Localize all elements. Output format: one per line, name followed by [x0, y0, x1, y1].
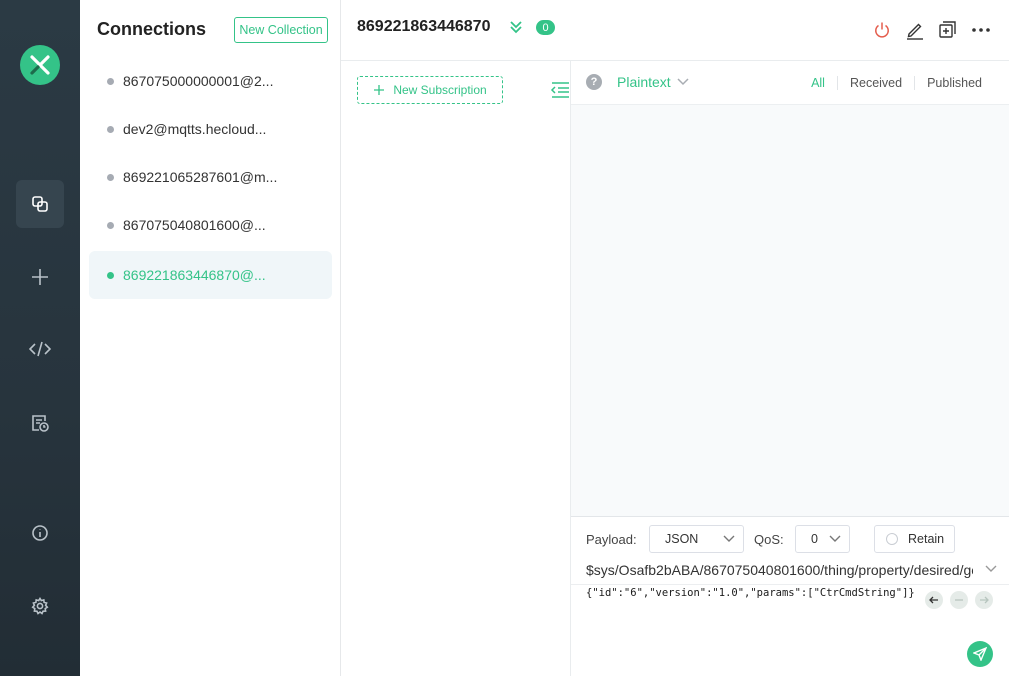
- help-icon[interactable]: ?: [586, 74, 602, 90]
- send-button[interactable]: [967, 641, 993, 667]
- connection-label: 867075040801600@...: [123, 217, 266, 233]
- sidebar-rail: [0, 0, 80, 676]
- chevron-down-icon[interactable]: [985, 565, 997, 573]
- sidebar-item-script[interactable]: [16, 325, 64, 373]
- format-select[interactable]: Plaintext: [617, 74, 689, 90]
- filter-all[interactable]: All: [799, 76, 837, 90]
- plus-icon: [32, 269, 48, 285]
- collapse-panel-icon[interactable]: [550, 81, 570, 99]
- arrow-left-icon: [929, 596, 938, 604]
- power-icon: [875, 22, 889, 38]
- message-toolbar: ? Plaintext All Received Published: [571, 61, 1009, 105]
- retain-label: Retain: [908, 532, 945, 546]
- new-subscription-label: New Subscription: [393, 83, 487, 97]
- connection-item[interactable]: 867075040801600@...: [89, 201, 332, 249]
- history-clear-button[interactable]: [950, 591, 968, 609]
- status-dot: [107, 77, 114, 85]
- new-window-button[interactable]: [936, 19, 958, 41]
- code-icon: [29, 341, 51, 357]
- payload-label: Payload:: [586, 532, 637, 547]
- more-dots-icon: [972, 28, 990, 32]
- connections-title: Connections: [97, 19, 207, 39]
- sidebar-item-about[interactable]: [16, 509, 64, 557]
- gear-icon: [31, 597, 49, 615]
- connection-item[interactable]: dev2@mqtts.hecloud...: [89, 105, 332, 153]
- payload-type-select[interactable]: JSON: [649, 525, 744, 553]
- qos-value: 0: [811, 532, 818, 546]
- new-collection-button[interactable]: New Collection: [234, 17, 328, 43]
- qos-label: QoS:: [754, 532, 784, 547]
- publish-panel: Payload: JSON QoS: 0 Retain $sys/Osafb2b…: [571, 516, 1009, 676]
- status-dot: [107, 125, 114, 133]
- subscriptions-panel: New Subscription: [341, 61, 571, 676]
- connection-title: 869221863446870: [357, 18, 491, 35]
- topic-field[interactable]: $sys/Osafb2bABA/867075040801600/thing/pr…: [571, 561, 1009, 585]
- history-next-button[interactable]: [975, 591, 993, 609]
- topic-input[interactable]: $sys/Osafb2bABA/867075040801600/thing/pr…: [586, 562, 973, 578]
- chevron-down-icon: [723, 535, 735, 542]
- chevron-down-icon: [677, 78, 689, 86]
- connection-header: 869221863446870 0: [341, 0, 1009, 61]
- connections-panel: Connections New Collection 8670750000000…: [80, 0, 341, 676]
- radio-circle-icon: [886, 533, 898, 545]
- chevron-down-icon: [829, 535, 841, 542]
- status-dot: [107, 271, 114, 279]
- status-dot: [107, 221, 114, 229]
- connection-item-active[interactable]: 869221863446870@...: [89, 251, 332, 299]
- sidebar-item-connections[interactable]: [16, 180, 64, 228]
- history-prev-button[interactable]: [925, 591, 943, 609]
- add-window-icon: [939, 21, 956, 38]
- sidebar-item-log[interactable]: [16, 399, 64, 447]
- payload-editor[interactable]: {"id":"6","version":"1.0","params":["Ctr…: [586, 587, 915, 599]
- send-icon: [973, 647, 987, 661]
- message-filter-tabs: All Received Published: [799, 76, 994, 90]
- format-label: Plaintext: [617, 74, 671, 90]
- connection-label: 869221065287601@m...: [123, 169, 278, 185]
- status-dot: [107, 173, 114, 181]
- retain-checkbox[interactable]: Retain: [874, 525, 955, 553]
- qos-select[interactable]: 0: [795, 525, 850, 553]
- info-icon: [32, 525, 48, 541]
- plus-icon: [374, 85, 385, 95]
- edit-button[interactable]: [904, 19, 926, 41]
- message-count-badge: 0: [536, 20, 555, 35]
- arrow-right-icon: [980, 596, 989, 604]
- connection-item[interactable]: 867075000000001@2...: [89, 57, 332, 105]
- new-subscription-button[interactable]: New Subscription: [357, 76, 503, 104]
- connection-label: dev2@mqtts.hecloud...: [123, 121, 267, 137]
- sidebar-item-new[interactable]: [16, 253, 64, 301]
- chevron-double-down-icon[interactable]: [508, 19, 524, 35]
- connection-item[interactable]: 869221065287601@m...: [89, 153, 332, 201]
- connection-label: 869221863446870@...: [123, 267, 266, 283]
- minus-icon: [955, 599, 963, 601]
- edit-icon: [907, 23, 923, 40]
- app-logo: [20, 45, 60, 85]
- message-list: [571, 105, 1009, 516]
- log-icon: [32, 415, 49, 432]
- connections-icon: [32, 196, 48, 212]
- more-button[interactable]: [970, 19, 992, 41]
- disconnect-button[interactable]: [871, 19, 893, 41]
- payload-type-value: JSON: [665, 532, 699, 546]
- filter-received[interactable]: Received: [836, 76, 914, 90]
- sidebar-item-settings[interactable]: [16, 582, 64, 630]
- filter-published[interactable]: Published: [914, 76, 994, 90]
- connection-label: 867075000000001@2...: [123, 73, 274, 89]
